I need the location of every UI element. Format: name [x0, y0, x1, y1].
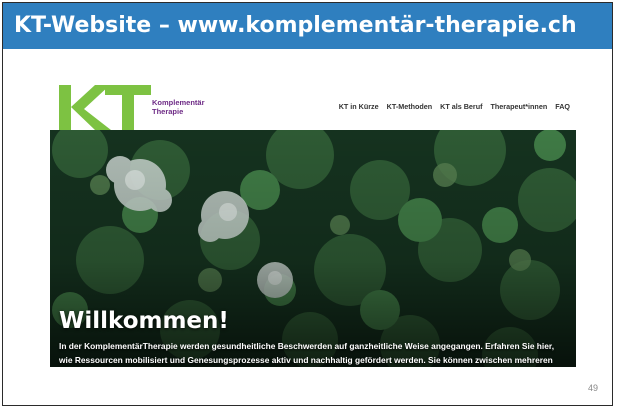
nav-item-kt-methoden[interactable]: KT-Methoden: [387, 102, 433, 111]
nav-item-faq[interactable]: FAQ: [555, 102, 570, 111]
hero-heading: Willkommen!: [59, 308, 229, 334]
main-nav: KT in Kürze KT-Methoden KT als Beruf The…: [339, 102, 570, 111]
slide: KT-Website – www.komplementär-therapie.c…: [2, 2, 613, 406]
hero-text: In der KomplementärTherapie werden gesun…: [59, 341, 555, 365]
website-screenshot: Komplementär Therapie KT in Kürze KT-Met…: [50, 85, 576, 367]
slide-title: KT-Website – www.komplementär-therapie.c…: [3, 3, 612, 49]
nav-item-kt-als-beruf[interactable]: KT als Beruf: [440, 102, 482, 111]
kt-logo[interactable]: [59, 85, 151, 130]
brand-name[interactable]: Komplementär Therapie: [152, 98, 205, 116]
hero-section: Willkommen! In der KomplementärTherapie …: [50, 130, 576, 367]
page-number: 49: [587, 383, 598, 393]
brand-line-1: Komplementär: [152, 98, 205, 107]
nav-item-therapeut-innen[interactable]: Therapeut*innen: [491, 102, 548, 111]
site-header: Komplementär Therapie KT in Kürze KT-Met…: [50, 85, 576, 130]
nav-item-kt-in-kuerze[interactable]: KT in Kürze: [339, 102, 379, 111]
brand-line-2: Therapie: [152, 107, 184, 116]
